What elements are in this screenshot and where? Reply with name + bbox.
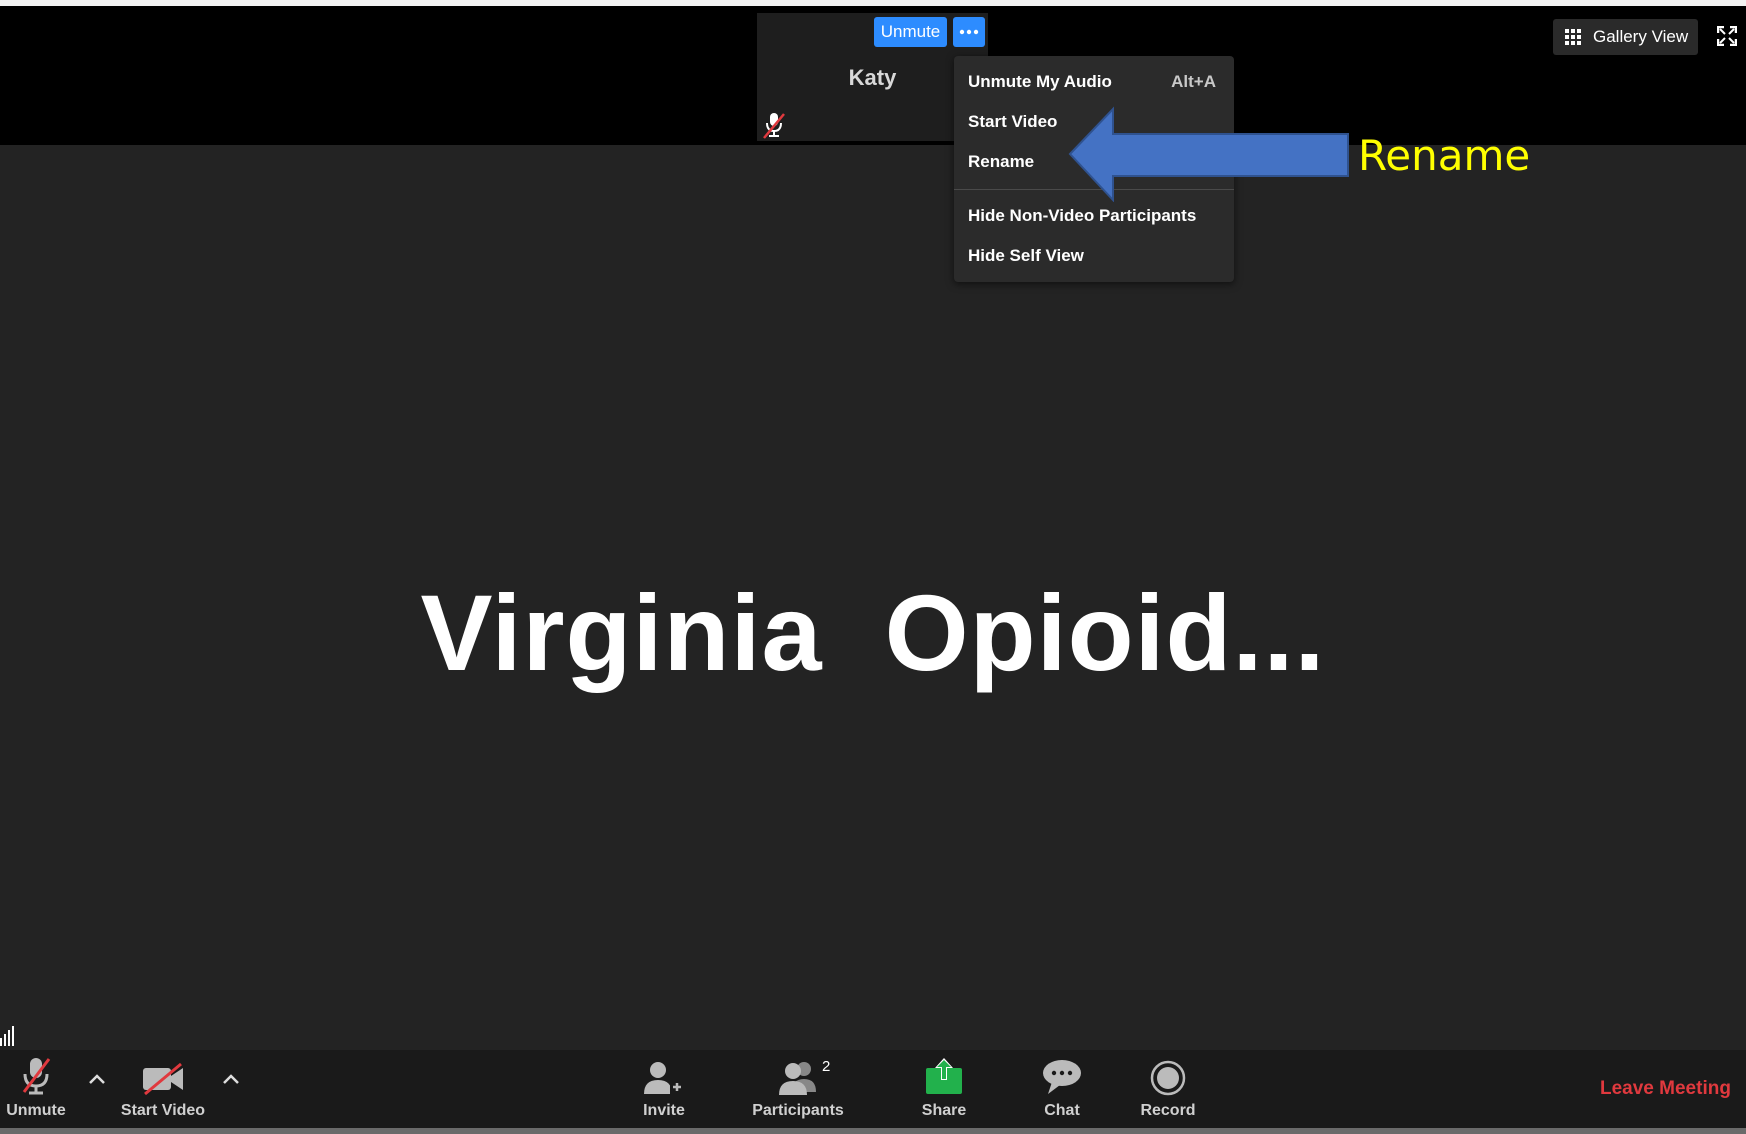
fullscreen-icon[interactable]: [1717, 26, 1737, 46]
meeting-title: Virginia Opioid...: [420, 572, 1326, 693]
audio-options-chevron-up-icon[interactable]: [87, 1072, 107, 1086]
invite-button[interactable]: Invite: [628, 1050, 700, 1128]
participants-label: Participants: [752, 1102, 844, 1119]
menu-item-label: Unmute My Audio: [968, 72, 1112, 91]
grid-icon: [1565, 29, 1581, 45]
video-off-icon: [143, 1062, 183, 1096]
muted-mic-icon: [22, 1058, 51, 1095]
menu-item-label: Hide Self View: [968, 246, 1084, 265]
participants-icon: [779, 1062, 816, 1095]
menu-item-hide-self-view[interactable]: Hide Self View: [954, 237, 1234, 275]
video-options-chevron-up-icon[interactable]: [221, 1072, 241, 1086]
meeting-toolbar: Unmute Start Video Invite Participants 2…: [0, 1050, 1746, 1128]
share-screen-icon: [926, 1058, 962, 1094]
chat-bubble-icon: [1043, 1060, 1081, 1094]
menu-item-label: Start Video: [968, 112, 1058, 131]
tile-more-button[interactable]: [953, 17, 985, 47]
menu-item-label: Hide Non-Video Participants: [968, 206, 1197, 225]
share-label: Share: [921, 1102, 967, 1119]
record-icon: [1150, 1060, 1186, 1096]
add-user-icon: [644, 1062, 684, 1094]
participants-button[interactable]: Participants: [750, 1050, 846, 1128]
menu-item-hide-non-video-participants[interactable]: Hide Non-Video Participants: [954, 197, 1234, 235]
gallery-view-button[interactable]: Gallery View: [1553, 19, 1698, 55]
annotation-label: Rename: [1358, 131, 1531, 180]
menu-shortcut: Alt+A: [1171, 72, 1216, 91]
toolbar-bottom-border: [0, 1128, 1746, 1134]
record-button[interactable]: Record: [1136, 1050, 1200, 1128]
start-video-button[interactable]: Start Video: [116, 1050, 210, 1128]
leave-meeting-button[interactable]: Leave Meeting: [1600, 1078, 1731, 1100]
record-label: Record: [1140, 1102, 1196, 1119]
tile-unmute-button[interactable]: Unmute: [874, 17, 947, 47]
muted-mic-icon: [763, 113, 785, 139]
unmute-label: Unmute: [6, 1102, 66, 1119]
chat-button[interactable]: Chat: [1032, 1050, 1092, 1128]
invite-label: Invite: [643, 1102, 685, 1119]
unmute-button[interactable]: Unmute: [4, 1050, 68, 1128]
start-video-label: Start Video: [120, 1102, 206, 1119]
signal-strength-icon: [0, 1026, 14, 1046]
gallery-view-label: Gallery View: [1593, 27, 1689, 46]
share-button[interactable]: Share: [912, 1050, 976, 1128]
menu-item-label: Rename: [968, 152, 1035, 171]
chat-label: Chat: [1044, 1102, 1080, 1119]
menu-item-unmute-my-audio[interactable]: Unmute My Audio Alt+A: [954, 63, 1234, 101]
participants-count-badge: 2: [822, 1058, 831, 1075]
annotation-arrow-icon: [1068, 106, 1349, 202]
more-dots-icon: [959, 29, 979, 35]
